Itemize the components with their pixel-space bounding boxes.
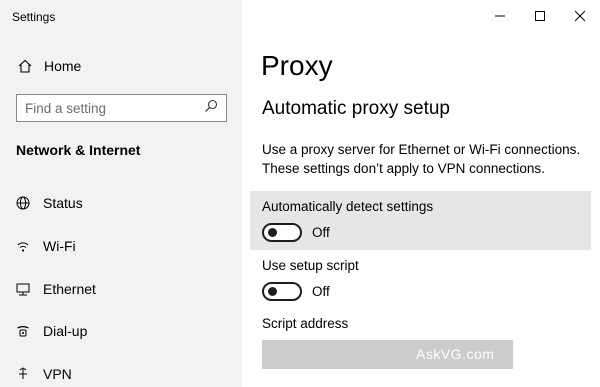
description-text: Use a proxy server for Ethernet or Wi-Fi…: [262, 142, 581, 176]
section-subtitle: Automatic proxy setup: [262, 98, 450, 119]
sidebar-item-dialup[interactable]: Dial-up: [14, 320, 87, 342]
auto-detect-label: Automatically detect settings: [262, 199, 434, 214]
setup-script-label: Use setup script: [262, 258, 359, 273]
sidebar-item-label: Home: [44, 58, 82, 74]
window-title: Settings: [12, 10, 56, 24]
sidebar: Settings Home Find a setting Network & I…: [0, 0, 242, 387]
minimize-button[interactable]: [480, 0, 520, 32]
toggle-knob: [268, 287, 277, 296]
maximize-button[interactable]: [520, 0, 560, 32]
setup-script-state: Off: [312, 284, 330, 299]
sidebar-item-label: VPN: [43, 366, 72, 382]
dialup-icon: [14, 322, 32, 340]
sidebar-item-label: Ethernet: [43, 281, 96, 297]
sidebar-item-status[interactable]: Status: [14, 192, 83, 214]
home-icon: [16, 57, 34, 75]
ethernet-icon: [14, 280, 32, 298]
sidebar-item-label: Status: [43, 195, 83, 211]
search-input[interactable]: Find a setting: [16, 94, 227, 122]
section-heading: Network & Internet: [16, 142, 141, 158]
vpn-icon: [14, 365, 32, 383]
sidebar-item-label: Dial-up: [43, 323, 88, 339]
page-title: Proxy: [261, 50, 333, 81]
sidebar-item-home[interactable]: Home: [16, 56, 81, 76]
search-icon[interactable]: [204, 99, 218, 118]
globe-icon: [14, 194, 32, 212]
window-controls: [480, 0, 600, 32]
sidebar-item-wifi[interactable]: Wi-Fi: [14, 235, 76, 257]
script-address-label: Script address: [262, 316, 349, 331]
wifi-icon: [14, 237, 32, 255]
search-placeholder: Find a setting: [25, 100, 107, 116]
sidebar-item-ethernet[interactable]: Ethernet: [14, 278, 96, 300]
setup-script-toggle[interactable]: [262, 282, 302, 301]
toggle-knob: [268, 228, 277, 237]
watermark-text: AskVG.com: [416, 346, 495, 362]
sidebar-item-label: Wi-Fi: [43, 238, 76, 254]
auto-detect-state: Off: [312, 225, 330, 240]
auto-detect-toggle[interactable]: [262, 223, 302, 242]
sidebar-item-vpn[interactable]: VPN: [14, 363, 72, 385]
close-button[interactable]: [560, 0, 600, 32]
main-content: Proxy Automatic proxy setup Use a proxy …: [242, 0, 600, 387]
